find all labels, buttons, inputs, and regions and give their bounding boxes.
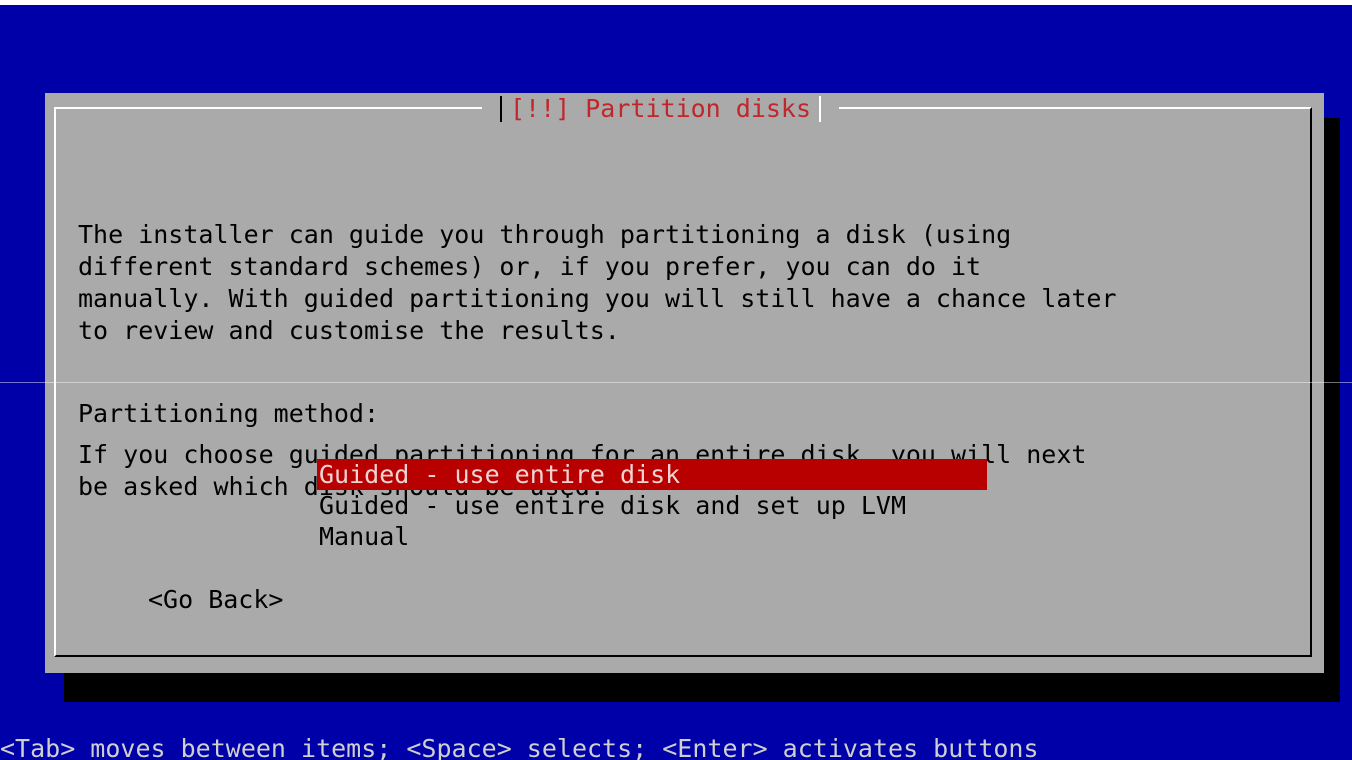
status-bar-hint: <Tab> moves between items; <Space> selec… [0,734,1039,760]
partition-dialog: [!!] Partition disks The installer can g… [45,93,1324,673]
go-back-button[interactable]: <Go Back> [148,584,283,616]
top-border [0,0,1352,5]
option-guided-entire-disk[interactable]: Guided - use entire disk [317,459,987,490]
option-guided-lvm[interactable]: Guided - use entire disk and set up LVM [317,490,987,521]
dialog-title-text: [!!] Partition disks [510,94,812,123]
description-paragraph-1: The installer can guide you through part… [78,220,1117,345]
title-right-tick [819,96,822,122]
dialog-title: [!!] Partition disks [482,94,840,124]
partitioning-method-label: Partitioning method: [78,399,380,428]
option-manual[interactable]: Manual [317,521,987,552]
title-left-tick [500,96,502,122]
display-scanline [0,382,1352,383]
installer-screen: [!!] Partition disks The installer can g… [0,0,1352,760]
partitioning-method-list[interactable]: Guided - use entire disk Guided - use en… [317,459,987,552]
